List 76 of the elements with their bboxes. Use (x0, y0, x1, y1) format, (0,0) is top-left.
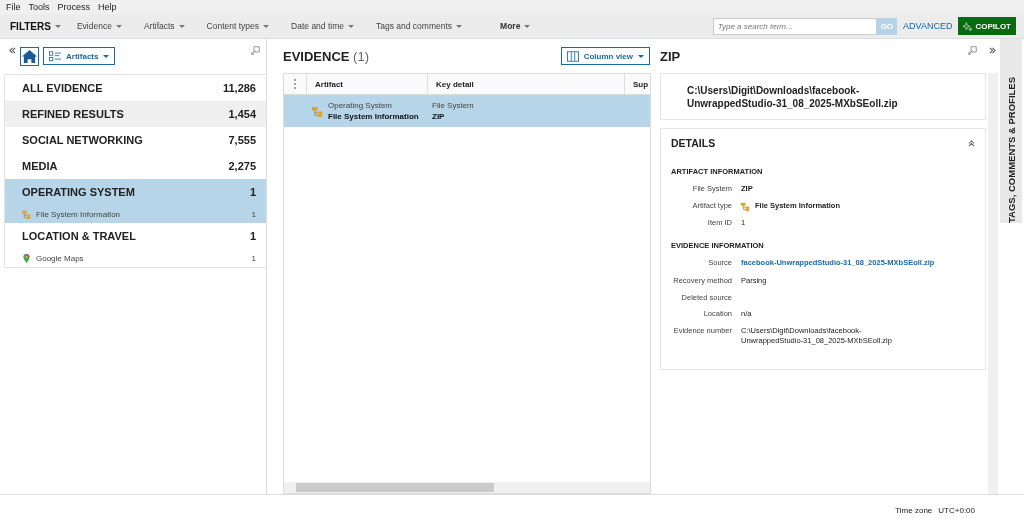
collapse-icon[interactable] (9, 47, 16, 54)
table-cell: File System Information (328, 112, 419, 121)
evidence-row[interactable]: Operating System File System Information File System ZIP (284, 95, 650, 127)
folder-tree-icon (741, 201, 750, 211)
side-tab[interactable]: TAGS, COMMENTS & PROFILES (1000, 39, 1022, 223)
caret-icon (638, 54, 644, 58)
filters-button[interactable]: FILTERS (10, 20, 61, 32)
category-name: LOCATION & TRAVEL (22, 230, 136, 242)
category-item[interactable]: SOCIAL NETWORKING 7,555 (5, 127, 266, 153)
folder-tree-icon (22, 209, 31, 219)
artifact-item[interactable]: Google Maps 1 (5, 249, 266, 267)
category-name: OPERATING SYSTEM (22, 186, 135, 198)
filter-dropdown[interactable]: Date and time (291, 21, 354, 31)
category-item[interactable]: MEDIA 2,275 (5, 153, 266, 179)
menu-item[interactable]: File (6, 2, 21, 12)
category-name: REFINED RESULTS (22, 108, 124, 120)
collapse-icon[interactable] (968, 139, 975, 147)
menu-item[interactable]: Tools (28, 2, 50, 12)
table-cell: File System (432, 101, 474, 110)
home-button[interactable] (20, 46, 39, 66)
pop-out-icon[interactable] (968, 46, 977, 55)
caret-icon (103, 54, 110, 58)
column-view-dropdown[interactable]: Column view (560, 47, 650, 65)
home-icon (22, 48, 37, 64)
expand-icon[interactable] (989, 47, 996, 54)
category-count: 1,454 (228, 108, 256, 120)
more-dropdown[interactable]: More (500, 21, 531, 31)
section-title: DETAILS (671, 137, 716, 149)
list-icon (49, 50, 61, 62)
category-count: 1 (249, 230, 256, 242)
category-count: 7,555 (228, 134, 256, 146)
evidence-title: EVIDENCE (1) (283, 48, 369, 64)
file-path: C:\Users\Digit\Downloads\facebook-UnwrappedStudio-31_08_2025-MXbSEoll.zip (687, 83, 899, 110)
filter-dropdown[interactable]: Artifacts (143, 21, 185, 31)
view-dropdown[interactable]: Artifacts (43, 47, 116, 65)
folder-tree-icon (312, 105, 323, 117)
status-label: Time zone (895, 506, 933, 515)
caret-icon (456, 24, 463, 28)
category-item[interactable]: LOCATION & TRAVEL 1 (5, 223, 266, 249)
caret-icon (263, 24, 270, 28)
column-header[interactable]: Sup (624, 74, 650, 94)
column-header[interactable]: Artifact (306, 74, 427, 94)
category-item[interactable]: REFINED RESULTS 1,454 (5, 101, 266, 127)
category-count: 2,275 (228, 160, 256, 172)
menu-item[interactable]: Process (57, 2, 91, 12)
copilot-button[interactable]: COPILOT (958, 17, 1016, 35)
advanced-link[interactable]: ADVANCED (903, 21, 953, 31)
horizontal-scrollbar[interactable] (284, 482, 650, 493)
caret-icon (524, 24, 531, 28)
caret-icon (115, 24, 122, 28)
category-count: 11,286 (222, 82, 256, 94)
category-item[interactable]: ALL EVIDENCE 11,286 (5, 75, 266, 101)
columns-icon (566, 50, 579, 62)
status-value: UTC+0:00 (938, 506, 975, 515)
table-cell-text: ZIP (432, 112, 446, 121)
artifact-item[interactable]: File System Information 1 (5, 205, 266, 223)
category-name: ALL EVIDENCE (22, 82, 103, 94)
filter-dropdown[interactable]: Tags and comments (376, 21, 463, 31)
search-field[interactable]: Type a search term... (712, 17, 877, 35)
caret-icon (54, 24, 61, 28)
pop-out-icon[interactable] (251, 46, 260, 55)
column-header[interactable]: Key detail (427, 74, 624, 94)
category-name: SOCIAL NETWORKING (22, 134, 143, 146)
category-item[interactable]: OPERATING SYSTEM 1 (5, 179, 266, 205)
filter-dropdown[interactable]: Evidence (76, 21, 122, 31)
sparkle-icon (963, 21, 973, 31)
table-cell-text: Operating System (328, 101, 394, 110)
caret-icon (348, 24, 354, 28)
filter-dropdown[interactable]: Content types (206, 21, 270, 31)
caret-icon (178, 24, 185, 28)
detail-title: ZIP (660, 48, 681, 64)
category-count: 1 (249, 186, 256, 198)
vertical-scrollbar[interactable] (988, 73, 998, 494)
category-name: MEDIA (22, 160, 58, 172)
menu-item[interactable]: Help (98, 2, 117, 12)
map-pin-icon (22, 253, 31, 263)
